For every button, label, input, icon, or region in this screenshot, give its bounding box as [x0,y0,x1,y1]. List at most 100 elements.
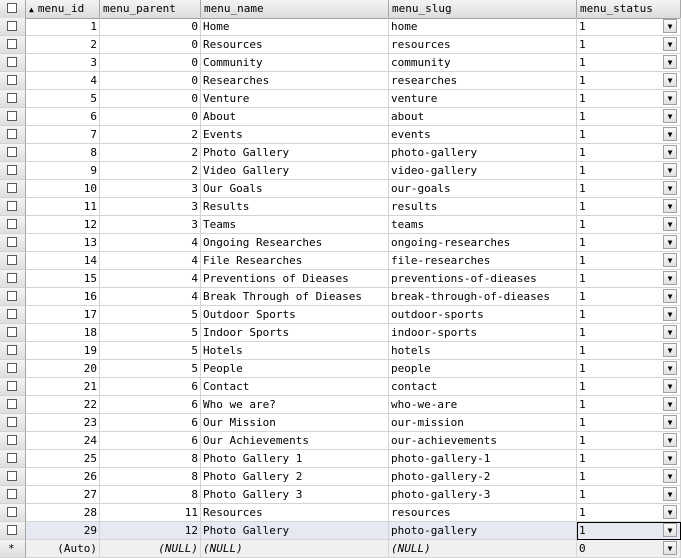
cell-menu-slug[interactable]: photo-gallery-3 [389,486,577,504]
cell-menu-id[interactable]: 5 [26,90,100,108]
cell-menu-parent[interactable]: 5 [100,360,201,378]
cell-menu-parent[interactable]: 3 [100,198,201,216]
dropdown-arrow-icon[interactable]: ▼ [663,271,677,285]
cell-menu-slug[interactable]: video-gallery [389,162,577,180]
cell-menu-name[interactable]: Results [201,198,389,216]
cell-menu-parent[interactable]: 6 [100,396,201,414]
cell-menu-slug[interactable]: file-researches [389,252,577,270]
cell-menu-id[interactable]: 12 [26,216,100,234]
cell-menu-parent[interactable]: 0 [100,18,201,36]
cell-menu-status[interactable]: 1 ▼ [577,90,681,108]
cell-menu-slug[interactable]: our-achievements [389,432,577,450]
cell-menu-name[interactable]: Outdoor Sports [201,306,389,324]
cell-menu-status[interactable]: 1 ▼ [577,342,681,360]
cell-menu-id[interactable]: 23 [26,414,100,432]
cell-menu-id[interactable]: 9 [26,162,100,180]
dropdown-arrow-icon[interactable]: ▼ [663,397,677,411]
cell-menu-slug[interactable]: home [389,18,577,36]
cell-menu-id[interactable]: 19 [26,342,100,360]
cell-menu-parent[interactable]: 0 [100,54,201,72]
dropdown-arrow-icon[interactable]: ▼ [663,91,677,105]
cell-menu-slug[interactable]: researches [389,72,577,90]
row-checkbox[interactable] [7,309,17,319]
cell-menu-slug[interactable]: venture [389,90,577,108]
cell-menu-parent[interactable]: 8 [100,486,201,504]
cell-menu-id[interactable]: 29 [26,522,100,540]
cell-menu-parent[interactable]: 2 [100,162,201,180]
row-selector[interactable] [0,414,26,432]
cell-menu-status[interactable]: 1 ▼ [577,234,681,252]
row-selector[interactable] [0,504,26,522]
table-row[interactable]: 23 6 Our Mission our-mission 1 ▼ [0,414,681,432]
cell-menu-id[interactable]: (Auto) [26,540,100,558]
cell-menu-id[interactable]: 18 [26,324,100,342]
cell-menu-name[interactable]: Events [201,126,389,144]
cell-menu-slug[interactable]: photo-gallery-1 [389,450,577,468]
cell-menu-status[interactable]: 1 ▼ [577,126,681,144]
cell-menu-name[interactable]: Photo Gallery 2 [201,468,389,486]
table-row[interactable]: 3 0 Community community 1 ▼ [0,54,681,72]
dropdown-arrow-icon[interactable]: ▼ [663,523,677,537]
cell-menu-name[interactable]: Photo Gallery [201,144,389,162]
row-selector[interactable] [0,108,26,126]
table-row[interactable]: 20 5 People people 1 ▼ [0,360,681,378]
row-checkbox[interactable] [7,39,17,49]
cell-menu-name[interactable]: Break Through of Dieases [201,288,389,306]
cell-menu-parent[interactable]: 6 [100,414,201,432]
row-checkbox[interactable] [7,525,17,535]
cell-menu-parent[interactable]: 4 [100,288,201,306]
cell-menu-slug[interactable]: (NULL) [389,540,577,558]
table-row[interactable]: 15 4 Preventions of Dieases preventions-of-… [0,270,681,288]
dropdown-arrow-icon[interactable]: ▼ [663,235,677,249]
cell-menu-status[interactable]: 1 ▼ [577,108,681,126]
cell-menu-name[interactable]: Video Gallery [201,162,389,180]
dropdown-arrow-icon[interactable]: ▼ [663,163,677,177]
cell-menu-status[interactable]: 1 ▼ [577,54,681,72]
row-checkbox[interactable] [7,471,17,481]
table-row[interactable]: 16 4 Break Through of Dieases break-through… [0,288,681,306]
row-selector[interactable] [0,288,26,306]
dropdown-arrow-icon[interactable]: ▼ [663,325,677,339]
row-selector[interactable] [0,324,26,342]
cell-menu-status[interactable]: 1 ▼ [577,270,681,288]
cell-menu-status[interactable]: 1 ▼ [577,432,681,450]
cell-menu-parent[interactable]: 12 [100,522,201,540]
cell-menu-id[interactable]: 7 [26,126,100,144]
select-all-header[interactable] [0,0,26,18]
cell-menu-slug[interactable]: our-goals [389,180,577,198]
dropdown-arrow-icon[interactable]: ▼ [663,505,677,519]
cell-menu-name[interactable]: Photo Gallery 3 [201,486,389,504]
cell-menu-slug[interactable]: our-mission [389,414,577,432]
dropdown-arrow-icon[interactable]: ▼ [663,73,677,87]
table-row[interactable]: 27 8 Photo Gallery 3 photo-gallery-3 1 ▼ [0,486,681,504]
dropdown-arrow-icon[interactable]: ▼ [663,19,677,33]
row-checkbox[interactable] [7,75,17,85]
cell-menu-slug[interactable]: events [389,126,577,144]
cell-menu-parent[interactable]: 2 [100,126,201,144]
cell-menu-id[interactable]: 20 [26,360,100,378]
table-row[interactable]: 4 0 Researches researches 1 ▼ [0,72,681,90]
table-row[interactable]: 14 4 File Researches file-researches 1 ▼ [0,252,681,270]
cell-menu-parent[interactable]: 5 [100,306,201,324]
row-checkbox[interactable] [7,381,17,391]
table-row[interactable]: 18 5 Indoor Sports indoor-sports 1 ▼ [0,324,681,342]
table-row[interactable]: 25 8 Photo Gallery 1 photo-gallery-1 1 ▼ [0,450,681,468]
cell-menu-name[interactable]: Home [201,18,389,36]
cell-menu-status[interactable]: 1 ▼ [577,306,681,324]
table-row[interactable]: 24 6 Our Achievements our-achievements 1 ▼ [0,432,681,450]
column-header-menu-slug[interactable]: menu_slug [389,0,577,18]
cell-menu-slug[interactable]: ongoing-researches [389,234,577,252]
dropdown-arrow-icon[interactable]: ▼ [663,253,677,267]
table-row[interactable]: 11 3 Results results 1 ▼ [0,198,681,216]
row-selector[interactable] [0,198,26,216]
cell-menu-parent[interactable]: 3 [100,180,201,198]
table-row[interactable]: 13 4 Ongoing Researches ongoing-researches 1… [0,234,681,252]
cell-menu-id[interactable]: 2 [26,36,100,54]
cell-menu-parent[interactable]: 6 [100,378,201,396]
cell-menu-status[interactable]: 1 ▼ [577,198,681,216]
row-checkbox[interactable] [7,201,17,211]
table-row[interactable]: 7 2 Events events 1 ▼ [0,126,681,144]
cell-menu-name[interactable]: Who we are? [201,396,389,414]
cell-menu-parent[interactable]: 0 [100,36,201,54]
table-row[interactable]: 19 5 Hotels hotels 1 ▼ [0,342,681,360]
